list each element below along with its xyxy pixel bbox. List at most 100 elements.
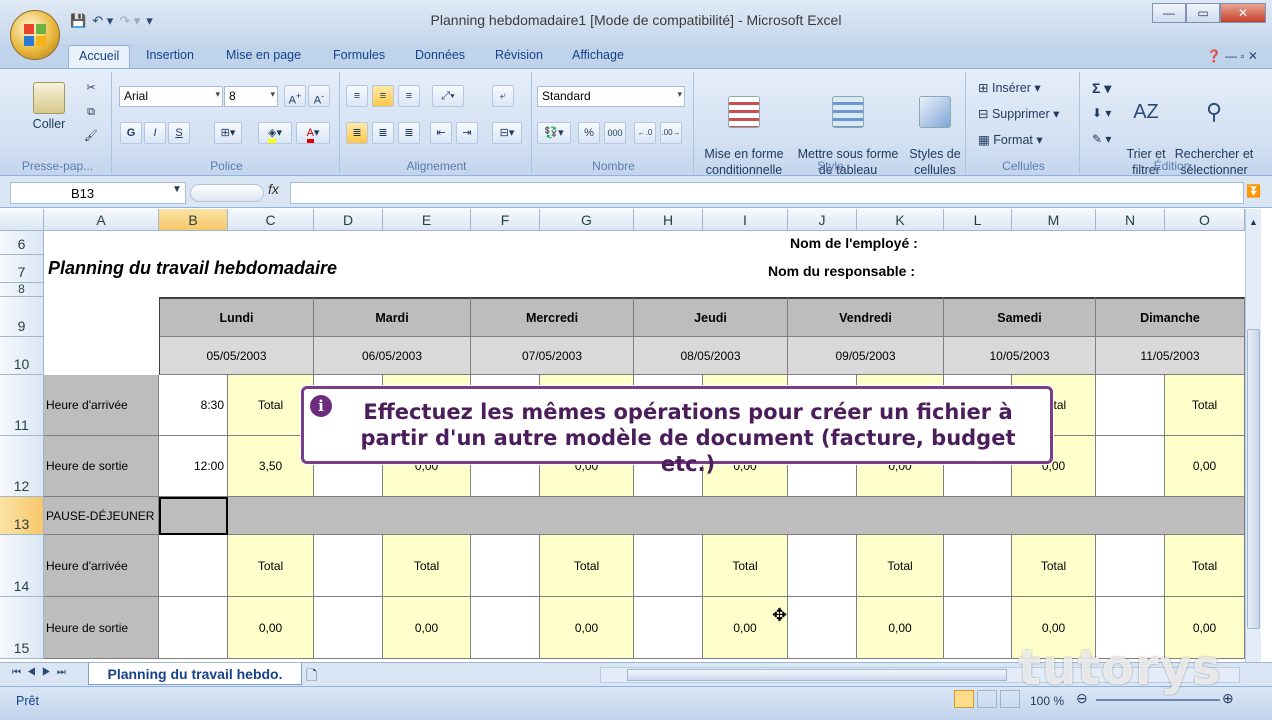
- column-header-g[interactable]: G: [540, 209, 634, 231]
- day-header-sunday[interactable]: Dimanche: [1096, 297, 1245, 337]
- cell-h15[interactable]: [634, 597, 703, 659]
- column-header-c[interactable]: C: [228, 209, 314, 231]
- day-header-saturday[interactable]: Samedi: [944, 297, 1096, 337]
- tab-formules[interactable]: Formules: [333, 48, 385, 62]
- decrease-decimal-button[interactable]: .00→: [660, 122, 682, 144]
- zoom-level[interactable]: 100 %: [1030, 694, 1064, 708]
- wrap-text-button[interactable]: ⤶: [492, 85, 514, 107]
- row-label-lunch[interactable]: PAUSE-DÉJEUNER: [44, 497, 159, 535]
- day-header-thursday[interactable]: Jeudi: [634, 297, 788, 337]
- day-header-monday[interactable]: Lundi: [159, 297, 314, 337]
- column-header-k[interactable]: K: [857, 209, 944, 231]
- tab-revision[interactable]: Révision: [495, 48, 543, 62]
- cell-n14[interactable]: [1096, 535, 1165, 597]
- cell-n11[interactable]: [1096, 375, 1165, 436]
- cell-e14[interactable]: Total: [383, 535, 471, 597]
- insert-button[interactable]: ⊞ Insérer ▾: [978, 80, 1041, 95]
- column-header-i[interactable]: I: [703, 209, 788, 231]
- name-box-dropdown-icon[interactable]: ▼: [172, 184, 182, 195]
- cell-l14[interactable]: [944, 535, 1012, 597]
- cell-j14[interactable]: [788, 535, 857, 597]
- column-header-o[interactable]: O: [1165, 209, 1245, 231]
- delete-button[interactable]: ⊟ Supprimer ▾: [978, 106, 1059, 121]
- row-header-9[interactable]: 9: [0, 297, 44, 337]
- cell-n12[interactable]: [1096, 436, 1165, 497]
- format-button[interactable]: ▦ Format ▾: [978, 132, 1043, 147]
- cell-o11[interactable]: Total: [1165, 375, 1245, 436]
- vertical-scrollbar[interactable]: ▲: [1245, 209, 1261, 662]
- select-all-corner[interactable]: [0, 209, 44, 231]
- insert-function-icon[interactable]: fx: [268, 181, 279, 197]
- tab-affichage[interactable]: Affichage: [572, 48, 624, 62]
- close-button[interactable]: ✕: [1220, 3, 1266, 23]
- row-header-11[interactable]: 11: [0, 375, 44, 436]
- name-box[interactable]: B13: [10, 182, 186, 204]
- increase-indent-button[interactable]: ⇥: [456, 122, 478, 144]
- zoom-in-icon[interactable]: ⊕: [1222, 690, 1234, 707]
- paste-button[interactable]: Coller: [24, 82, 74, 132]
- page-layout-view-icon[interactable]: [977, 690, 997, 708]
- sheet-nav-icons[interactable]: ⏮◀▶⏭: [12, 667, 72, 678]
- cell-l15[interactable]: [944, 597, 1012, 659]
- cell-k15[interactable]: 0,00: [857, 597, 944, 659]
- align-middle-button[interactable]: ≡: [372, 85, 394, 107]
- percent-button[interactable]: %: [578, 122, 600, 144]
- cell-d14[interactable]: [314, 535, 383, 597]
- cell-b12[interactable]: 12:00: [159, 436, 228, 497]
- align-bottom-button[interactable]: ≡: [398, 85, 420, 107]
- column-header-n[interactable]: N: [1096, 209, 1165, 231]
- cell-i14[interactable]: Total: [703, 535, 788, 597]
- cell-c14[interactable]: Total: [228, 535, 314, 597]
- date-thursday[interactable]: 08/05/2003: [634, 337, 788, 375]
- cell-b15[interactable]: [159, 597, 228, 659]
- cell-b13-selected[interactable]: [159, 497, 228, 535]
- align-top-button[interactable]: ≡: [346, 85, 368, 107]
- column-header-h[interactable]: H: [634, 209, 703, 231]
- cell-b11[interactable]: 8:30: [159, 375, 228, 436]
- row-header-10[interactable]: 10: [0, 337, 44, 375]
- decrease-indent-button[interactable]: ⇤: [430, 122, 452, 144]
- formula-input[interactable]: [290, 182, 1244, 204]
- row-label-arrival[interactable]: Heure d'arrivée: [44, 375, 159, 436]
- format-painter-icon[interactable]: 🖌: [80, 126, 102, 148]
- row-header-14[interactable]: 14: [0, 535, 44, 597]
- date-friday[interactable]: 09/05/2003: [788, 337, 944, 375]
- expand-formula-icon[interactable]: ⏬: [1246, 184, 1261, 198]
- row-header-6[interactable]: 6: [0, 231, 44, 255]
- grow-font-button[interactable]: A+: [284, 85, 306, 107]
- cell-m14[interactable]: Total: [1012, 535, 1096, 597]
- date-wednesday[interactable]: 07/05/2003: [471, 337, 634, 375]
- accounting-format-button[interactable]: 💱▾: [537, 122, 571, 144]
- cell-h14[interactable]: [634, 535, 703, 597]
- font-color-button[interactable]: A▾: [296, 122, 330, 144]
- shrink-font-button[interactable]: A-: [308, 85, 330, 107]
- formula-bar-grip[interactable]: [190, 184, 264, 202]
- column-header-j[interactable]: J: [788, 209, 857, 231]
- cell-f15[interactable]: [471, 597, 540, 659]
- clear-button[interactable]: ✎ ▾: [1092, 132, 1111, 146]
- date-saturday[interactable]: 10/05/2003: [944, 337, 1096, 375]
- align-left-button[interactable]: ≣: [346, 122, 368, 144]
- borders-button[interactable]: ⊞▾: [214, 122, 242, 144]
- row-header-12[interactable]: 12: [0, 436, 44, 497]
- font-size-select[interactable]: 8: [224, 86, 278, 107]
- cell-o12[interactable]: 0,00: [1165, 436, 1245, 497]
- tab-donnees[interactable]: Données: [415, 48, 465, 62]
- row-label-departure-2[interactable]: Heure de sortie: [44, 597, 159, 659]
- row-label-departure[interactable]: Heure de sortie: [44, 436, 159, 497]
- vertical-scroll-thumb[interactable]: [1247, 329, 1260, 629]
- cell-k14[interactable]: Total: [857, 535, 944, 597]
- orientation-button[interactable]: ⤢▾: [432, 85, 464, 107]
- cell-c15[interactable]: 0,00: [228, 597, 314, 659]
- office-button[interactable]: [10, 10, 60, 60]
- date-sunday[interactable]: 11/05/2003: [1096, 337, 1245, 375]
- cell-j15[interactable]: [788, 597, 857, 659]
- page-break-view-icon[interactable]: [1000, 690, 1020, 708]
- cut-icon[interactable]: ✂: [80, 78, 102, 100]
- merge-center-button[interactable]: ⊟▾: [492, 122, 522, 144]
- underline-button[interactable]: S: [168, 122, 190, 144]
- sheet-tab-planning[interactable]: Planning du travail hebdo.: [88, 663, 302, 685]
- zoom-slider[interactable]: [1096, 699, 1220, 701]
- increase-decimal-button[interactable]: ←.0: [634, 122, 656, 144]
- number-format-select[interactable]: Standard: [537, 86, 685, 107]
